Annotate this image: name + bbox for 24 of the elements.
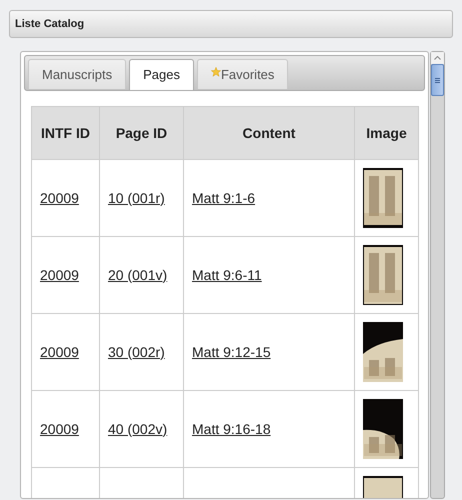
table-link[interactable]: 10 (001r) [108,190,165,206]
table-link[interactable]: 20009 [40,190,79,206]
star-icon [210,66,221,76]
table-link[interactable]: 20009 [40,344,79,360]
table-link[interactable]: 20 (001v) [108,266,168,282]
scroll-up-icon[interactable] [431,52,444,64]
table-link[interactable]: Matt 9:6-11 [192,266,262,282]
column-header: Content [184,106,354,160]
table-link[interactable]: Matt 9:12-15 [192,344,271,360]
tab[interactable]: Manuscripts [28,59,126,89]
tab[interactable]: Favorites [196,59,288,89]
table-link[interactable]: 30 (002r) [108,344,165,360]
table-link[interactable]: 40 (002v) [108,420,168,436]
panel-title: Liste Catalog [15,16,84,32]
column-header: INTF ID [32,106,100,160]
table-link[interactable]: 20009 [40,266,79,282]
scroll-thumb[interactable] [431,64,444,96]
table-link[interactable]: Matt 9:1-6 [192,190,256,206]
tab[interactable]: Pages [129,59,194,90]
scrollbar[interactable] [430,51,445,499]
table-link[interactable]: Matt 9:16-18 [192,420,271,436]
column-header: Page ID [100,106,184,160]
table-link[interactable]: 20009 [40,420,79,436]
column-header: Image [354,106,418,160]
